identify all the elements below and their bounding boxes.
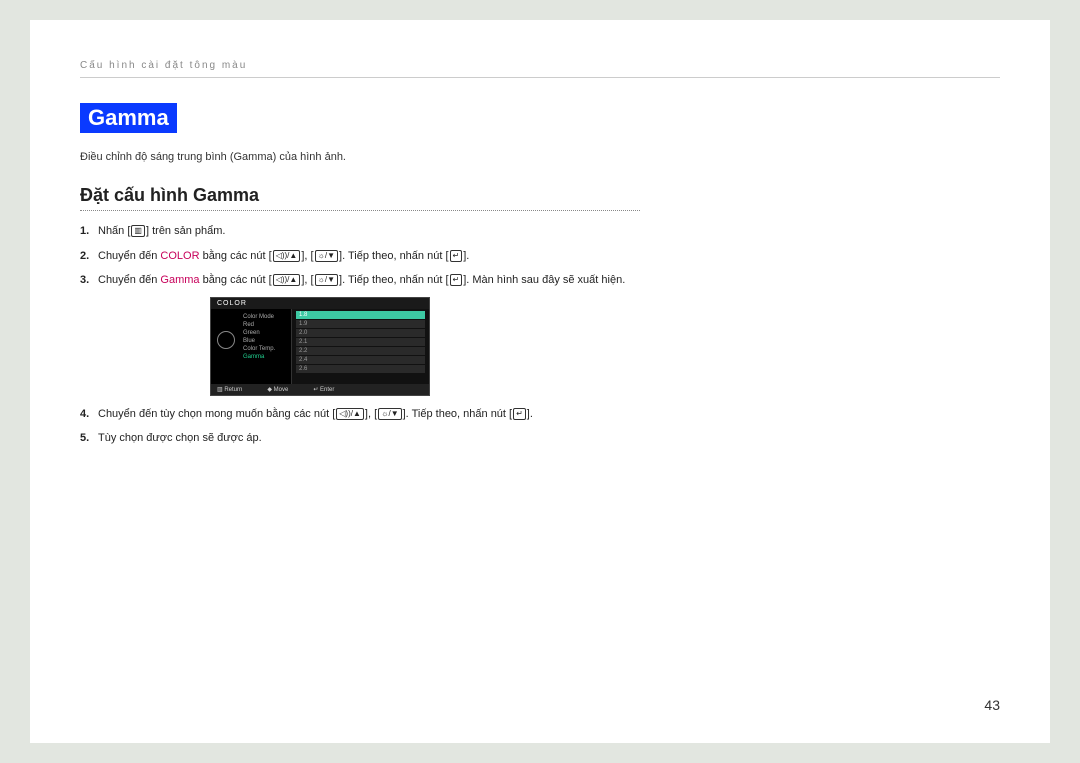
osd-footer-return: ▥ Return <box>217 386 242 393</box>
step-2: 2. Chuyển đến COLOR bằng các nút [◁))/▲]… <box>80 248 660 265</box>
description-text: Điều chỉnh độ sáng trung bình (Gamma) củ… <box>80 151 1000 163</box>
step-text: Chuyển đến tùy chọn mong muốn bằng các n… <box>98 406 660 423</box>
step-4: 4. Chuyển đến tùy chọn mong muốn bằng cá… <box>80 406 660 423</box>
osd-option: 1.9 <box>296 320 425 328</box>
step-number: 3. <box>80 272 98 289</box>
osd-footer-move: ◆ Move <box>267 386 288 393</box>
breadcrumb: Cấu hình cài đặt tông màu <box>80 60 1000 78</box>
osd-menu-item: Color Temp. <box>243 345 285 353</box>
sub-heading: Đặt cấu hình Gamma <box>80 185 640 211</box>
bright-down-icon: ☼/▼ <box>315 250 338 262</box>
step-3: 3. Chuyển đến Gamma bằng các nút [◁))/▲]… <box>80 272 660 289</box>
osd-footer: ▥ Return ◆ Move ↵ Enter <box>211 384 429 395</box>
osd-option: 2.6 <box>296 365 425 373</box>
osd-footer-enter: ↵ Enter <box>313 386 334 393</box>
bright-down-icon: ☼/▼ <box>378 408 401 420</box>
osd-color-icon <box>217 331 235 349</box>
step-text: Chuyển đến COLOR bằng các nút [◁))/▲], [… <box>98 248 660 265</box>
vol-up-icon: ◁))/▲ <box>273 250 301 262</box>
step-number: 1. <box>80 223 98 240</box>
step-text: Tùy chọn được chọn sẽ được áp. <box>98 430 660 447</box>
page-number: 43 <box>984 697 1000 713</box>
step-text: Nhấn [▥] trên sản phẩm. <box>98 223 660 240</box>
step-number: 4. <box>80 406 98 423</box>
enter-icon: ↵ <box>450 274 463 286</box>
osd-screenshot: COLOR Color Mode Red Green Blue Color Te… <box>210 297 430 396</box>
menu-icon: ▥ <box>131 225 145 237</box>
color-label: COLOR <box>160 250 199 262</box>
page-title-badge: Gamma <box>80 103 177 133</box>
osd-option-selected: 1.8 <box>296 311 425 319</box>
enter-icon: ↵ <box>450 250 463 262</box>
step-1: 1. Nhấn [▥] trên sản phẩm. <box>80 223 660 240</box>
step-text: Chuyển đến Gamma bằng các nút [◁))/▲], [… <box>98 272 660 289</box>
osd-body: Color Mode Red Green Blue Color Temp. Ga… <box>211 309 429 384</box>
osd-menu-list: Color Mode Red Green Blue Color Temp. Ga… <box>243 313 285 361</box>
step-number: 2. <box>80 248 98 265</box>
osd-menu-item-selected: Gamma <box>243 353 285 361</box>
osd-option: 2.4 <box>296 356 425 364</box>
osd-header: COLOR <box>211 298 429 309</box>
document-page: Cấu hình cài đặt tông màu Gamma Điều chỉ… <box>30 20 1050 743</box>
osd-option: 2.2 <box>296 347 425 355</box>
osd-menu-item: Color Mode <box>243 313 285 321</box>
osd-menu-item: Blue <box>243 337 285 345</box>
step-number: 5. <box>80 430 98 447</box>
gamma-label: Gamma <box>160 274 199 286</box>
osd-option: 2.0 <box>296 329 425 337</box>
step-5: 5. Tùy chọn được chọn sẽ được áp. <box>80 430 660 447</box>
osd-right-panel: 1.8 1.9 2.0 2.1 2.2 2.4 2.6 <box>291 309 429 384</box>
osd-left-panel: Color Mode Red Green Blue Color Temp. Ga… <box>211 309 291 384</box>
osd-menu-item: Green <box>243 329 285 337</box>
enter-icon: ↵ <box>513 408 526 420</box>
osd-option: 2.1 <box>296 338 425 346</box>
steps-list: 1. Nhấn [▥] trên sản phẩm. 2. Chuyển đến… <box>80 223 660 447</box>
vol-up-icon: ◁))/▲ <box>336 408 364 420</box>
vol-up-icon: ◁))/▲ <box>273 274 301 286</box>
bright-down-icon: ☼/▼ <box>315 274 338 286</box>
osd-menu-item: Red <box>243 321 285 329</box>
